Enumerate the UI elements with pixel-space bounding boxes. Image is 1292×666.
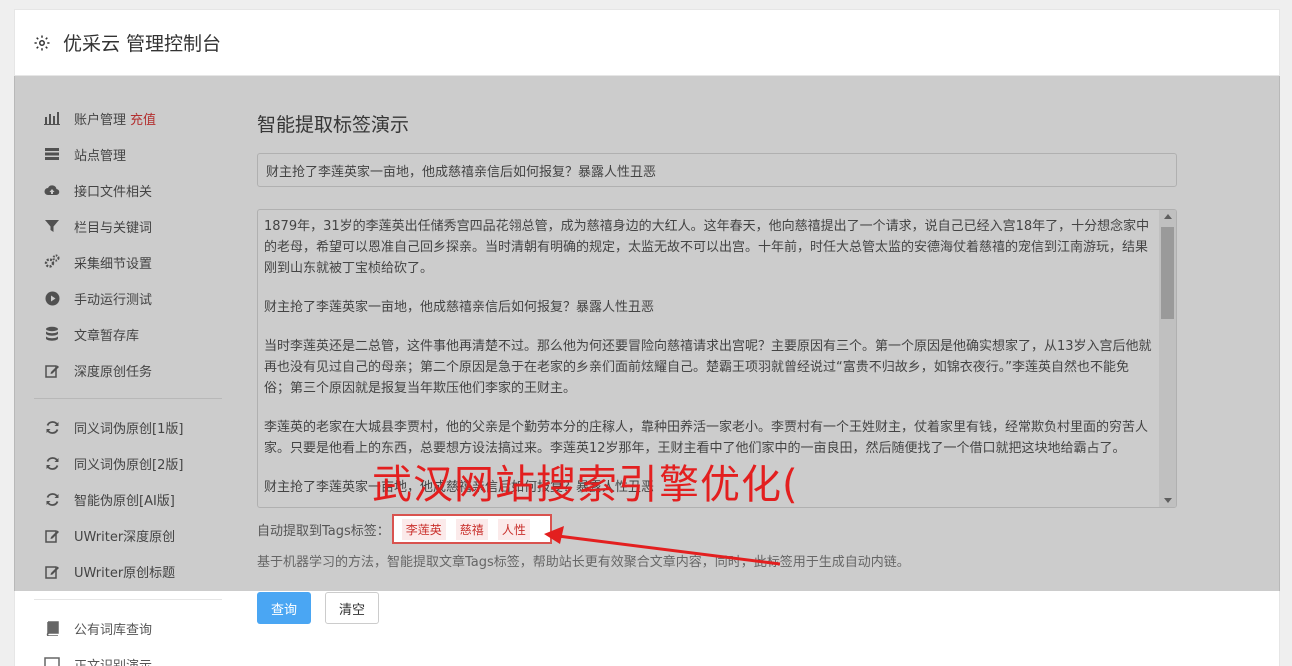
refresh-icon: [44, 491, 60, 507]
server-icon: [44, 146, 60, 162]
sidebar-item-label: 接口文件相关: [74, 184, 153, 200]
refresh-icon: [44, 419, 60, 435]
sidebar-item-uwriter-title[interactable]: UWriter原创标题: [34, 553, 224, 589]
cloud-upload-icon: [44, 182, 60, 198]
edit-icon: [44, 563, 60, 579]
page-title: 优采云 管理控制台: [63, 33, 222, 55]
tags-label: 自动提取到Tags标签：: [257, 523, 390, 539]
edit-icon: [44, 362, 60, 378]
scroll-up-arrow-icon[interactable]: [1164, 214, 1172, 219]
sidebar-item-interface-files[interactable]: 接口文件相关: [34, 172, 224, 208]
section-title: 智能提取标签演示: [257, 114, 410, 136]
refresh-icon: [44, 455, 60, 471]
sidebar-item-sites[interactable]: 站点管理: [34, 136, 224, 172]
tag-item: 慈禧: [455, 518, 488, 540]
gear-icon: [34, 35, 50, 50]
query-button[interactable]: 查询: [257, 592, 311, 624]
clear-button[interactable]: 清空: [325, 592, 379, 624]
main-content: 智能提取标签演示 1879年，31岁的李莲英出任储秀宫四品花翎总管，成为慈禧身边…: [257, 110, 1177, 508]
tag-item: 李莲英: [401, 518, 446, 540]
arrow-annotation-icon: [544, 526, 781, 566]
sidebar-item-synonym-v1[interactable]: 同义词伪原创[1版]: [34, 409, 224, 445]
sidebar-item-ai-rewrite[interactable]: 智能伪原创[AI版]: [34, 481, 224, 517]
sidebar-item-label: 同义词伪原创[2版]: [74, 457, 184, 473]
extracted-tags-row: 自动提取到Tags标签： 李莲英 慈禧 人性: [257, 514, 552, 544]
sidebar-item-account[interactable]: 账户管理 充值: [34, 100, 224, 136]
sidebar-item-label: 深度原创任务: [74, 364, 153, 380]
play-circle-icon: [44, 290, 60, 306]
sidebar-item-label: 文章暂存库: [74, 328, 140, 344]
panel-header: 优采云 管理控制台: [15, 10, 1279, 76]
sidebar-item-label: 采集细节设置: [74, 256, 153, 272]
book-icon: [44, 620, 60, 636]
database-icon: [44, 326, 60, 342]
tags-box: 李莲英 慈禧 人性: [391, 514, 552, 544]
sidebar-item-uwriter-deep[interactable]: UWriter深度原创: [34, 517, 224, 553]
sidebar-item-label: UWriter原创标题: [74, 565, 176, 581]
sidebar-item-label: 栏目与关键词: [74, 220, 153, 236]
sidebar-divider: [34, 599, 222, 600]
sidebar-item-manual-test[interactable]: 手动运行测试: [34, 280, 224, 316]
filter-icon: [44, 218, 60, 234]
vertical-scrollbar[interactable]: [1159, 210, 1176, 507]
sidebar-item-article-storage[interactable]: 文章暂存库: [34, 316, 224, 352]
bar-chart-icon: [44, 110, 60, 126]
sidebar-item-public-dictionary[interactable]: 公有词库查询: [34, 610, 224, 646]
sidebar-item-label: 同义词伪原创[1版]: [74, 421, 184, 437]
sidebar-item-columns-keywords[interactable]: 栏目与关键词: [34, 208, 224, 244]
content-paragraph: 财主抢了李莲英家一亩地，他成慈禧亲信后如何报复？暴露人性丑恶: [264, 300, 655, 315]
scroll-thumb[interactable]: [1161, 227, 1174, 319]
tag-item: 人性: [497, 518, 530, 540]
sidebar-item-label: 手动运行测试: [74, 292, 153, 308]
edit-icon: [44, 527, 60, 543]
monitor-icon: [44, 656, 60, 666]
sidebar-divider: [34, 398, 222, 399]
sidebar-item-label: UWriter深度原创: [74, 529, 176, 545]
sidebar-item-collect-settings[interactable]: 采集细节设置: [34, 244, 224, 280]
watermark-text: 武汉网站搜索引擎优化(: [372, 462, 799, 508]
sidebar: 账户管理 充值 站点管理 接口文件相关 栏目与关键词 采集细节设置 手动运行测试…: [34, 100, 224, 666]
sidebar-item-synonym-v2[interactable]: 同义词伪原创[2版]: [34, 445, 224, 481]
sidebar-item-label: 站点管理: [74, 148, 127, 164]
sidebar-item-label: 智能伪原创[AI版]: [74, 493, 175, 509]
gears-icon: [44, 254, 60, 270]
content-paragraph: 1879年，31岁的李莲英出任储秀宫四品花翎总管，成为慈禧身边的大红人。这年春天…: [264, 219, 1150, 276]
content-paragraph: 当时李莲英还是二总管，这件事他再清楚不过。那么他为何还要冒险向慈禧请求出宫呢？主…: [264, 339, 1152, 396]
sidebar-item-deep-original[interactable]: 深度原创任务: [34, 352, 224, 388]
article-title-input[interactable]: [257, 153, 1177, 187]
sidebar-item-label: 正文识别演示: [74, 658, 153, 666]
scroll-down-arrow-icon[interactable]: [1164, 498, 1172, 503]
recharge-link[interactable]: 充值: [130, 109, 156, 128]
sidebar-item-text-recognition[interactable]: 正文识别演示: [34, 646, 224, 666]
sidebar-item-label: 公有词库查询: [74, 622, 153, 638]
sidebar-item-label: 账户管理: [74, 112, 127, 128]
